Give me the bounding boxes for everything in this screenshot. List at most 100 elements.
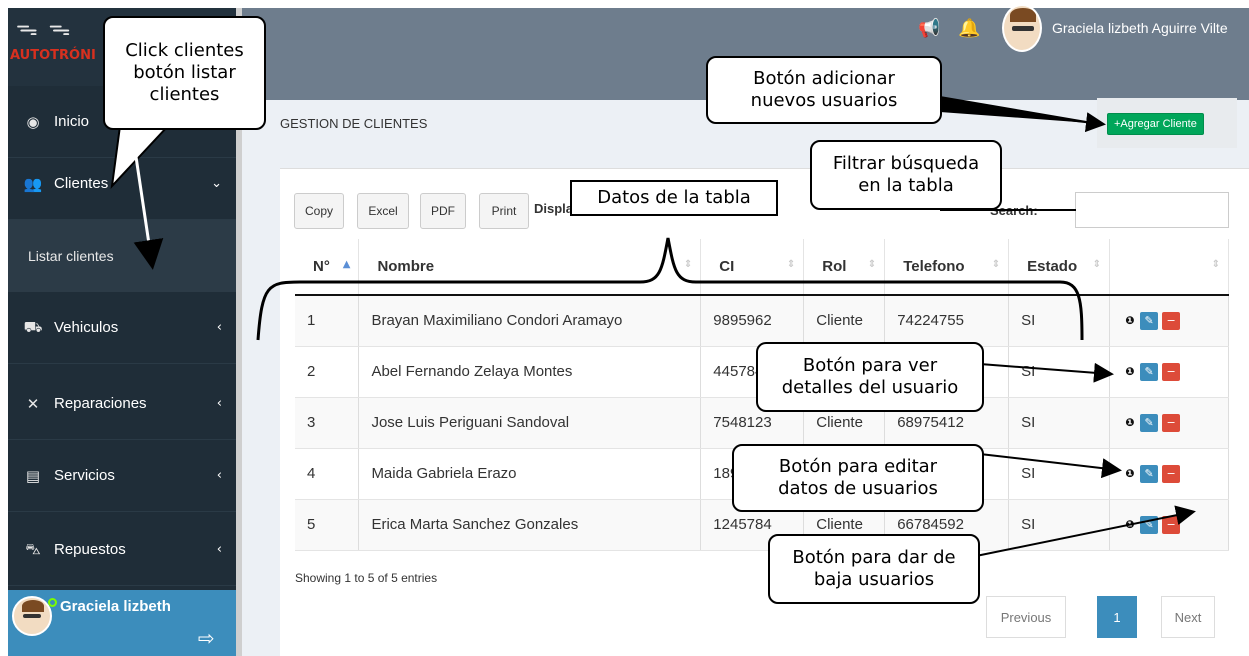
cell-estado: SI — [1008, 346, 1111, 398]
sidebar-item-servicios[interactable]: ▤ Servicios ‹ — [8, 440, 236, 512]
edit-user-icon[interactable]: ✎ — [1140, 362, 1159, 381]
cell-ci: 9895962 — [700, 295, 805, 347]
cell-number: 5 — [295, 499, 360, 551]
logo-gauge-icon: ᯓ ᯓ — [16, 16, 73, 41]
column-header-telefono[interactable]: Telefono ⇕ — [884, 239, 1010, 296]
header-user-name[interactable]: Graciela lizbeth Aguirre Vilte — [1052, 20, 1228, 36]
cart-icon: ⛍ — [25, 539, 41, 558]
user-name: Graciela lizbeth — [60, 598, 171, 615]
cell-actions: ❶ ✎ − — [1109, 499, 1229, 551]
sort-icon: ⇕ — [786, 259, 796, 270]
cell-nombre: Maida Gabriela Erazo — [358, 448, 702, 500]
remove-user-icon[interactable]: − — [1162, 515, 1181, 534]
callout-text: Botón para ver — [802, 355, 938, 376]
megaphone-icon[interactable]: 📢 — [918, 18, 940, 39]
cell-actions: ❶ ✎ − — [1109, 346, 1229, 398]
pdf-button[interactable]: PDF — [420, 193, 466, 229]
column-label: N° — [313, 258, 330, 275]
column-header-nombre[interactable]: Nombre ⇕ — [358, 239, 702, 296]
pagination-page-1[interactable]: 1 — [1097, 596, 1137, 638]
sidebar-subitem-listar-clientes[interactable]: Listar clientes — [8, 220, 236, 292]
info-icon[interactable]: ❶ — [1124, 516, 1136, 534]
callout-text: Botón para dar de — [792, 547, 956, 568]
callout-text: Datos de la tabla — [597, 187, 751, 208]
logo-text: AUTOTRÓNI — [10, 48, 96, 63]
sort-icon: ⇕ — [1092, 259, 1102, 270]
cell-actions: ❶ ✎ − — [1109, 397, 1229, 449]
sidebar-item-label: Servicios — [54, 467, 115, 484]
callout-text: botón listar — [133, 62, 236, 83]
app-window: ᯓ ᯓ AUTOTRÓNI ◉ Inicio 👥 Clientes ⌄ List… — [0, 0, 1249, 656]
avatar[interactable] — [12, 596, 52, 636]
cell-estado: SI — [1008, 295, 1111, 347]
column-header-rol[interactable]: Rol ⇕ — [803, 239, 886, 296]
edit-user-icon[interactable]: ✎ — [1140, 413, 1159, 432]
users-icon: 👥 — [23, 174, 43, 193]
wrench-icon: ✕ — [26, 394, 40, 413]
sort-icon: ⇕ — [1211, 259, 1220, 270]
info-icon[interactable]: ❶ — [1124, 414, 1136, 432]
car-icon: ⛟ — [23, 317, 43, 336]
sort-asc-icon: ▲ — [342, 259, 351, 270]
info-icon[interactable]: ❶ — [1124, 465, 1136, 483]
callout-text: datos de usuarios — [778, 478, 938, 499]
pagination-previous[interactable]: Previous — [986, 596, 1066, 638]
remove-user-icon[interactable]: − — [1162, 413, 1181, 432]
callout-text: baja usuarios — [813, 569, 935, 590]
edit-user-icon[interactable]: ✎ — [1140, 515, 1159, 534]
sort-icon: ⇕ — [683, 259, 693, 270]
sidebar-item-vehiculos[interactable]: ⛟ Vehiculos ‹ — [8, 292, 236, 364]
column-header-ci[interactable]: CI ⇕ — [700, 239, 805, 296]
edit-user-icon[interactable]: ✎ — [1140, 311, 1159, 330]
column-header-estado[interactable]: Estado ⇕ — [1008, 239, 1111, 296]
info-icon[interactable]: ❶ — [1124, 312, 1136, 330]
logout-icon[interactable]: ⇨ — [198, 626, 215, 650]
sidebar-item-reparaciones[interactable]: ✕ Reparaciones ‹ — [8, 368, 236, 440]
column-label: CI — [719, 258, 735, 275]
excel-button[interactable]: Excel — [357, 193, 409, 229]
callout-clientes: Click clientes botón listar clientes — [103, 16, 266, 130]
user-panel: Graciela lizbeth ⇨ — [8, 590, 236, 656]
add-client-button[interactable]: +Agregar Cliente — [1107, 113, 1204, 135]
chevron-left-icon: ‹ — [216, 396, 222, 411]
print-button[interactable]: Print — [479, 193, 529, 229]
cell-telefono: 74224755 — [884, 295, 1010, 347]
chevron-left-icon: ‹ — [216, 468, 222, 483]
cell-nombre: Jose Luis Periguani Sandoval — [358, 397, 702, 449]
pagination-next[interactable]: Next — [1161, 596, 1215, 638]
column-label: Nombre — [377, 258, 435, 275]
avatar[interactable] — [1002, 4, 1042, 52]
remove-user-icon[interactable]: − — [1162, 362, 1181, 381]
column-header-number[interactable]: N° ▲ — [295, 239, 360, 296]
edit-user-icon[interactable]: ✎ — [1140, 464, 1159, 483]
callout-text: clientes — [149, 84, 220, 105]
column-header-actions[interactable]: ⇕ — [1109, 239, 1229, 296]
sidebar-item-label: Reparaciones — [54, 395, 147, 412]
table-row: 1 Brayan Maximiliano Condori Aramayo 98959… — [295, 295, 1229, 347]
info-icon[interactable]: ❶ — [1124, 363, 1136, 381]
callout-text: detalles del usuario — [781, 377, 959, 398]
chevron-left-icon: ‹ — [216, 542, 222, 557]
remove-user-icon[interactable]: − — [1162, 311, 1181, 330]
callout-ver-detalles: Botón para ver detalles del usuario — [756, 342, 984, 412]
sidebar-item-label: Repuestos — [54, 541, 126, 558]
remove-user-icon[interactable]: − — [1162, 464, 1181, 483]
display-length-label: Displa — [534, 201, 574, 216]
cell-number: 3 — [295, 397, 360, 449]
bell-icon[interactable]: 🔔 — [958, 18, 980, 39]
table-header-row: N° ▲ Nombre ⇕ CI ⇕ Rol ⇕ Telefono ⇕ Estado ⇕ ⇕ — [295, 239, 1229, 296]
callout-editar: Botón para editar datos de usuarios — [732, 444, 984, 512]
callout-text: Filtrar búsqueda — [832, 153, 980, 174]
callout-text: Botón adicionar — [753, 68, 895, 89]
sidebar-item-clientes[interactable]: 👥 Clientes ⌄ — [8, 148, 236, 220]
callout-adicionar: Botón adicionar nuevos usuarios — [706, 56, 942, 124]
copy-button[interactable]: Copy — [294, 193, 344, 229]
sidebar-item-repuestos[interactable]: ⛍ Repuestos ‹ — [8, 514, 236, 586]
callout-text: en la tabla — [858, 175, 954, 196]
chevron-down-icon: ⌄ — [211, 176, 222, 191]
table-info: Showing 1 to 5 of 5 entries — [295, 571, 438, 585]
cell-number: 2 — [295, 346, 360, 398]
sidebar-item-label: Inicio — [54, 113, 90, 130]
search-input[interactable] — [1075, 192, 1229, 228]
sidebar-item-label: Clientes — [54, 175, 109, 192]
